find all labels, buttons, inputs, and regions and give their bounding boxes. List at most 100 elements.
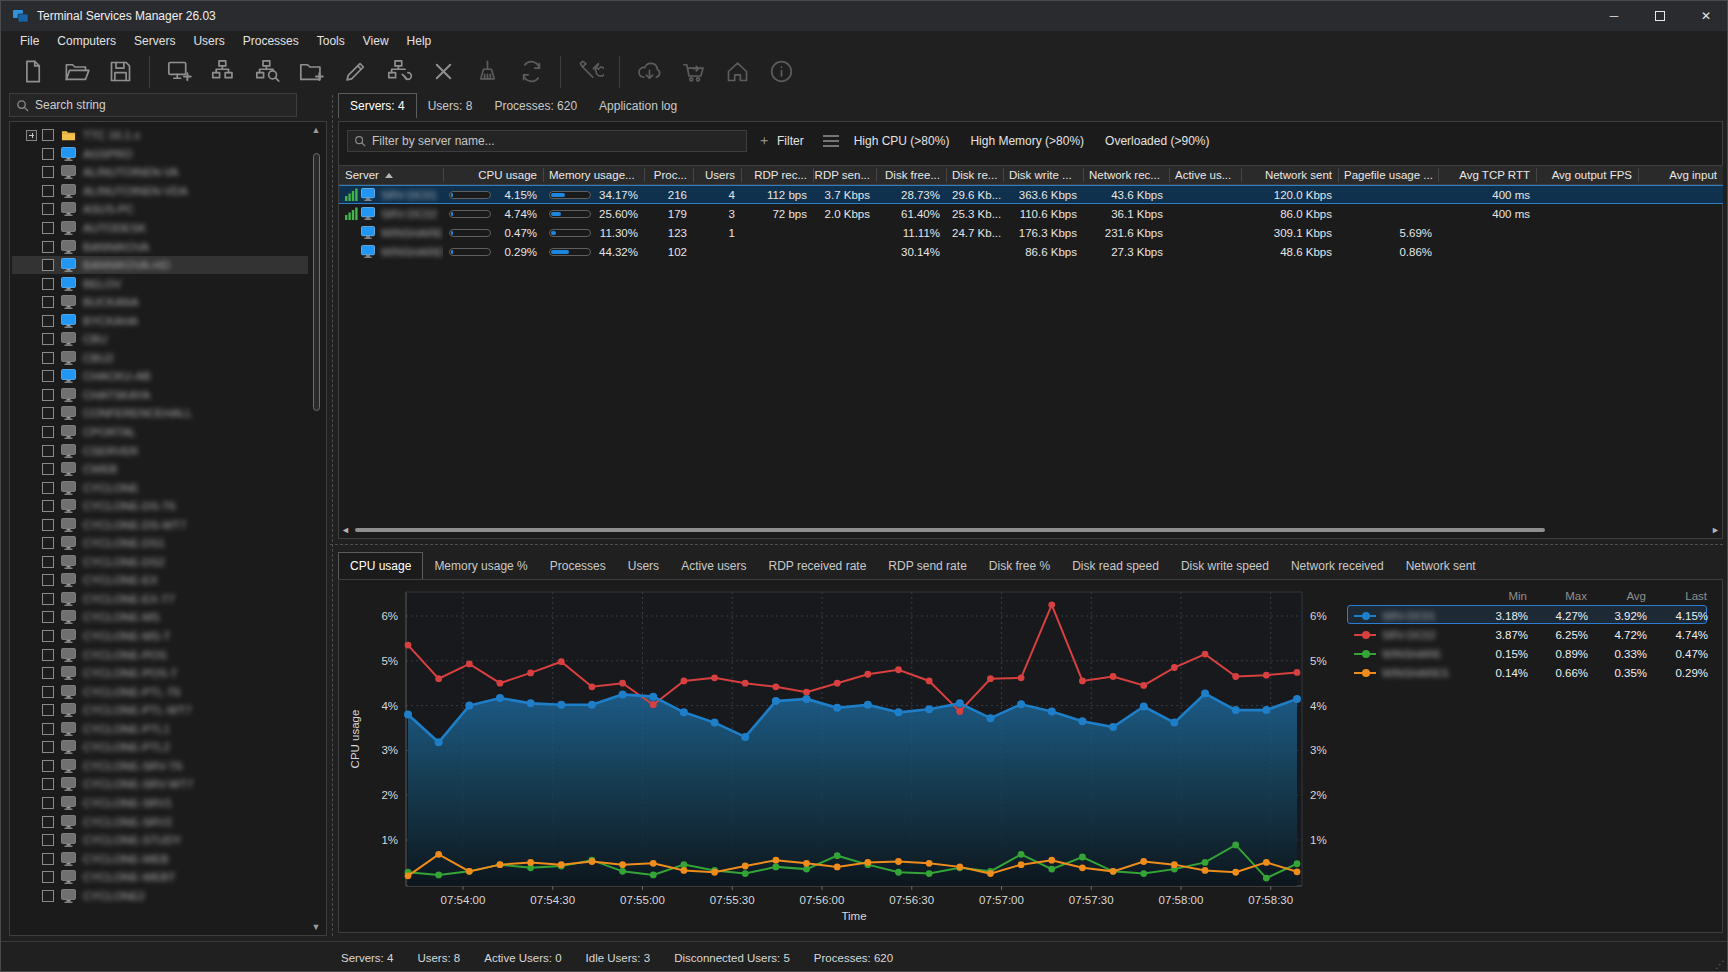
tab-application-log[interactable]: Application log [588, 93, 688, 118]
tree-item[interactable]: CYCLONE-SRV-T6 [12, 757, 308, 776]
menu-icon[interactable] [823, 135, 839, 147]
save-icon[interactable] [98, 52, 142, 92]
menu-tools[interactable]: Tools [308, 32, 354, 50]
checkbox[interactable] [42, 148, 54, 160]
tab-servers-4[interactable]: Servers: 4 [338, 93, 417, 118]
column-header-users[interactable]: Users [693, 165, 741, 185]
tree-item[interactable]: CYCLONE-DS2 [12, 553, 308, 572]
checkbox[interactable] [42, 649, 54, 661]
checkbox[interactable] [42, 816, 54, 828]
checkbox[interactable] [42, 426, 54, 438]
checkbox[interactable] [42, 259, 54, 271]
checkbox[interactable] [42, 296, 54, 308]
tree-item[interactable]: TTC 16.1.x [12, 126, 308, 145]
checkbox[interactable] [42, 760, 54, 772]
legend-row[interactable]: WINSHARE0.15%0.89%0.33%0.47% [1347, 643, 1707, 662]
menu-view[interactable]: View [354, 32, 398, 50]
horizontal-splitter[interactable] [330, 544, 1723, 545]
find-computers-icon[interactable] [245, 52, 289, 92]
tree-item[interactable]: CYCLONE-POS [12, 645, 308, 664]
menu-help[interactable]: Help [398, 32, 441, 50]
tree-item[interactable]: CYCLONE-PTL2 [12, 738, 308, 757]
menu-processes[interactable]: Processes [234, 32, 308, 50]
server-row[interactable]: WINSHARE0.47%11.30%123111.11%24.7 Kb...1… [339, 223, 1723, 242]
tree-item[interactable]: CYCLONE-DS1 [12, 534, 308, 553]
column-header-cpu-usage[interactable]: CPU usage [443, 165, 543, 185]
checkbox[interactable] [42, 593, 54, 605]
checkbox[interactable] [42, 834, 54, 846]
checkbox[interactable] [42, 890, 54, 902]
chart-tab-rdp-received-rate[interactable]: RDP received rate [757, 552, 877, 579]
checkbox[interactable] [42, 574, 54, 586]
tree-item[interactable]: ASUS-PC [12, 200, 308, 219]
tree-item[interactable]: BUCKANA [12, 293, 308, 312]
chart-tab-users[interactable]: Users [617, 552, 670, 579]
tree-item[interactable]: CYCLONE-DS-T6 [12, 497, 308, 516]
checkbox[interactable] [42, 704, 54, 716]
checkbox[interactable] [42, 537, 54, 549]
legend-row[interactable]: WINSHARES0.14%0.66%0.35%0.29% [1347, 662, 1707, 681]
checkbox[interactable] [42, 222, 54, 234]
scroll-right-arrow[interactable]: ► [1711, 525, 1721, 535]
tree-item[interactable]: AGSPRO [12, 145, 308, 164]
checkbox[interactable] [42, 241, 54, 253]
menu-servers[interactable]: Servers [125, 32, 184, 50]
tree-item[interactable]: CYCLONE-PTL-WT7 [12, 701, 308, 720]
checkbox[interactable] [42, 352, 54, 364]
tree-item[interactable]: CBU2 [12, 349, 308, 368]
checkbox[interactable] [42, 463, 54, 475]
filter-button[interactable]: Filter [777, 134, 804, 148]
new-file-icon[interactable] [10, 52, 54, 92]
scrollbar-thumb[interactable] [355, 528, 1545, 532]
tree-item[interactable]: CONFERENCEHALL [12, 404, 308, 423]
chart-tab-active-users[interactable]: Active users [670, 552, 757, 579]
column-header-network-sent[interactable]: Network sent [1241, 165, 1338, 185]
scroll-down-arrow[interactable]: ▼ [309, 920, 323, 934]
tree-item[interactable]: CHACKU-AB [12, 367, 308, 386]
chart-tab-disk-write-speed[interactable]: Disk write speed [1170, 552, 1280, 579]
checkbox[interactable] [42, 482, 54, 494]
checkbox[interactable] [42, 556, 54, 568]
add-group-icon[interactable] [201, 52, 245, 92]
column-header-proc-[interactable]: Proc... [644, 165, 693, 185]
tree-item[interactable]: CWEB [12, 460, 308, 479]
filter-high-cpu[interactable]: High CPU (>80%) [854, 134, 950, 148]
column-header-avg-input[interactable]: Avg input [1638, 165, 1723, 185]
edit-icon[interactable] [333, 52, 377, 92]
tree-item[interactable]: CYCLONE-SRV-WT7 [12, 775, 308, 794]
tree-scrollbar-thumb[interactable] [313, 153, 320, 411]
checkbox[interactable] [42, 611, 54, 623]
tab-users-8[interactable]: Users: 8 [417, 93, 484, 118]
resize-grip[interactable]: ⋰ [1715, 959, 1727, 971]
checkbox[interactable] [42, 519, 54, 531]
checkbox[interactable] [42, 333, 54, 345]
tree-item[interactable]: CYCLONE-SRV1 [12, 794, 308, 813]
expander-icon[interactable] [26, 130, 37, 141]
checkbox[interactable] [42, 871, 54, 883]
close-button[interactable]: ✕ [1683, 1, 1728, 31]
legend-row[interactable]: SRV-DC013.18%4.27%3.92%4.15% [1347, 605, 1707, 624]
checkbox[interactable] [42, 853, 54, 865]
chart-tab-rdp-send-rate[interactable]: RDP send rate [877, 552, 978, 579]
column-header-memory-usage-[interactable]: Memory usage... [543, 165, 644, 185]
filter-high-memory[interactable]: High Memory (>80%) [970, 134, 1084, 148]
column-header-disk-re-[interactable]: Disk re... [946, 165, 1003, 185]
menu-file[interactable]: File [11, 32, 48, 50]
add-to-folder-icon[interactable] [289, 52, 333, 92]
checkbox[interactable] [42, 407, 54, 419]
tree-item[interactable]: CYCLONE-STUDY [12, 831, 308, 850]
column-header-rdp-rec-[interactable]: RDP rec... [741, 165, 813, 185]
tree-item[interactable]: CYCLONE2 [12, 886, 308, 905]
column-header-rdp-sen-[interactable]: RDP sen... [813, 165, 876, 185]
manage-computer-icon[interactable] [377, 52, 421, 92]
table-horizontal-scrollbar[interactable]: ◄ ► [341, 524, 1721, 536]
column-header-disk-free-[interactable]: Disk free... [876, 165, 946, 185]
tree-item[interactable]: CYCLONE-MS [12, 608, 308, 627]
server-row[interactable]: SRV-DC024.74%25.60%179372 bps2.0 Kbps61.… [339, 204, 1723, 223]
minimize-button[interactable]: ─ [1591, 1, 1637, 31]
column-header-pagefile-usage-[interactable]: Pagefile usage ... [1338, 165, 1438, 185]
tree-item[interactable]: CSERVER [12, 441, 308, 460]
add-computer-icon[interactable] [157, 52, 201, 92]
filter-overloaded[interactable]: Overloaded (>90%) [1105, 134, 1209, 148]
menu-computers[interactable]: Computers [48, 32, 125, 50]
